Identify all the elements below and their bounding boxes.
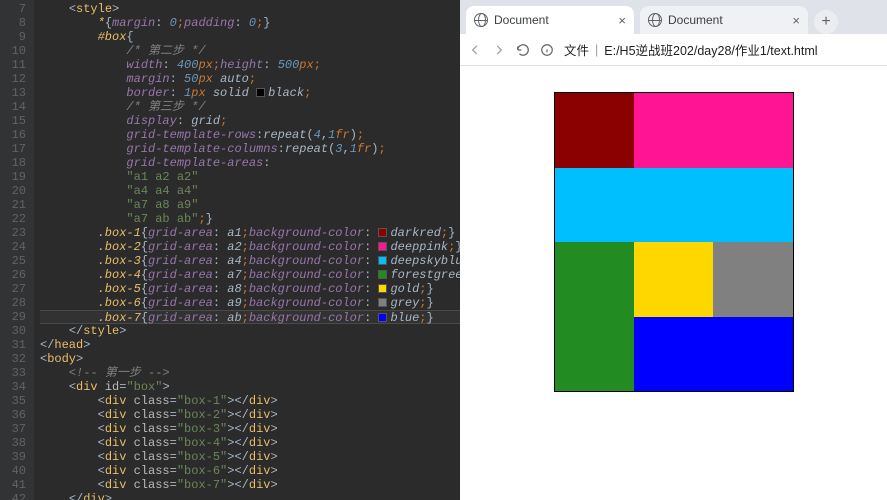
address-bar[interactable]: 文件 | E:/H5逆战班202/day28/作业1/text.html <box>564 40 818 59</box>
globe-icon <box>474 13 488 27</box>
browser-window: Document × Document × + 文件 | E:/H5逆战班202… <box>460 0 887 500</box>
close-icon[interactable]: × <box>618 13 626 28</box>
grid-cell-forestgreen <box>555 242 634 391</box>
grid-cell-blue <box>634 317 793 392</box>
tab-title: Document <box>494 13 549 27</box>
page-viewport <box>460 66 887 500</box>
line-gutter: 7891011121314151617181920212223242526272… <box>0 0 34 500</box>
info-icon[interactable] <box>540 43 554 57</box>
scheme-label: 文件 <box>564 40 589 59</box>
code-content[interactable]: <style> *{margin: 0;padding: 0;} #box{ /… <box>34 0 460 500</box>
forward-icon[interactable] <box>492 43 506 57</box>
grid-cell-gold <box>634 242 713 317</box>
back-icon[interactable] <box>468 43 482 57</box>
reload-icon[interactable] <box>516 43 530 57</box>
scheme-separator: | <box>595 43 598 57</box>
tab-title: Document <box>668 13 723 27</box>
browser-tab-active[interactable]: Document × <box>466 6 634 34</box>
grid-cell-grey <box>713 242 792 317</box>
close-icon[interactable]: × <box>792 13 800 28</box>
code-editor[interactable]: 7891011121314151617181920212223242526272… <box>0 0 460 500</box>
new-tab-button[interactable]: + <box>814 10 838 34</box>
grid-box <box>554 92 794 392</box>
grid-cell-darkred <box>555 93 634 168</box>
browser-toolbar: 文件 | E:/H5逆战班202/day28/作业1/text.html <box>460 34 887 66</box>
file-path: E:/H5逆战班202/day28/作业1/text.html <box>604 40 817 59</box>
browser-tab-bar: Document × Document × + <box>460 0 887 34</box>
globe-icon <box>648 13 662 27</box>
grid-cell-deepskyblue <box>555 168 793 243</box>
browser-tab-inactive[interactable]: Document × <box>640 6 808 34</box>
grid-cell-deeppink <box>634 93 793 168</box>
